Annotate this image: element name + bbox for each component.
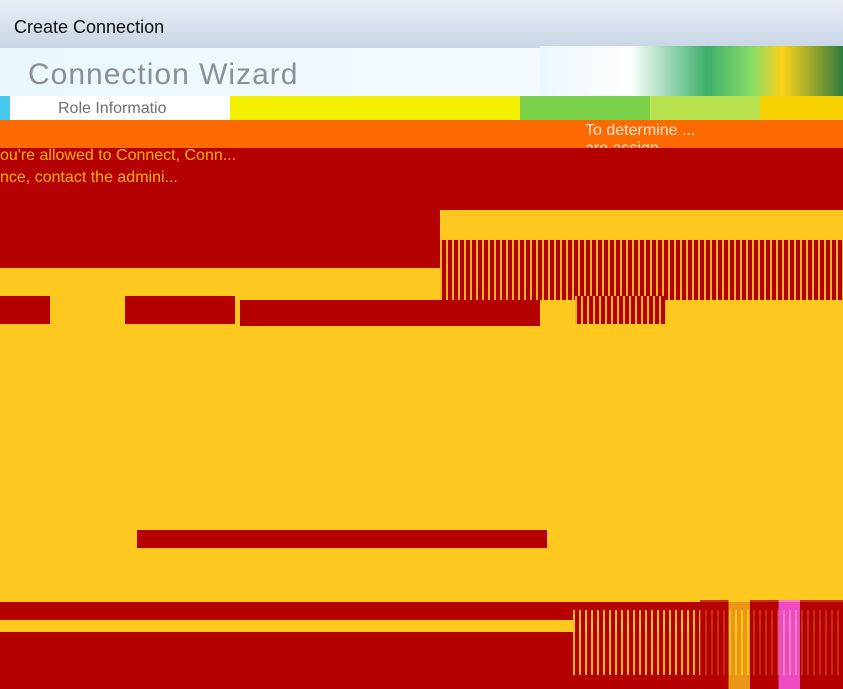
browse-button[interactable] xyxy=(575,296,665,324)
help-text-line-1: To determine ... xyxy=(585,122,696,139)
window-title: Create Connection xyxy=(14,17,165,37)
field-label-2 xyxy=(125,296,235,324)
footer-pixel-noise xyxy=(700,600,843,689)
message-line-2: nce, contact the admini... xyxy=(0,169,178,186)
wizard-step-label: Role Informatio xyxy=(58,100,167,117)
wizard-title: Connection Wizard xyxy=(28,58,299,91)
input-field-1[interactable] xyxy=(240,300,540,326)
message-line-1: ou're allowed to Connect, Conn... xyxy=(0,147,237,164)
field-group-2 xyxy=(440,240,843,300)
field-group-1 xyxy=(0,210,440,268)
field-label-1 xyxy=(0,296,50,324)
progress-line xyxy=(137,530,547,548)
wizard-header-graphic xyxy=(540,46,843,96)
